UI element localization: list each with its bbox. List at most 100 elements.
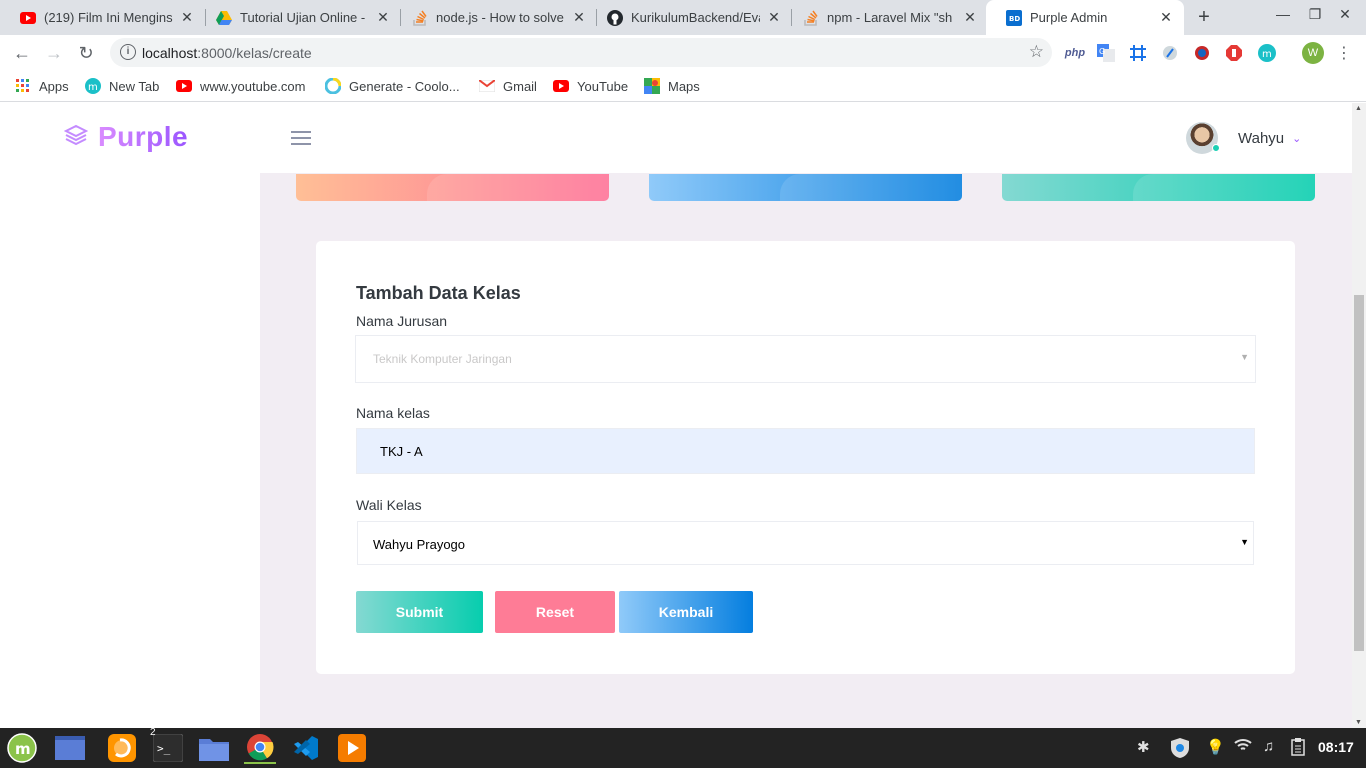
url-host: localhost <box>142 45 198 61</box>
reload-icon[interactable]: ↻ <box>73 40 99 66</box>
gmail-icon <box>479 78 495 94</box>
tab-close-icon[interactable]: ✕ <box>375 9 391 26</box>
tab-tutorial-ujian[interactable]: Tutorial Ujian Online - ( ✕ <box>196 0 401 35</box>
minimize-icon[interactable]: — <box>1273 6 1293 22</box>
user-profile-dropdown[interactable]: Wahyu ⌄ <box>1186 122 1301 154</box>
dropdown-arrow-icon: ▼ <box>1240 537 1249 547</box>
bookmark-label: Generate - Coolo... <box>349 78 460 94</box>
brand-logo[interactable]: Purple <box>63 121 188 153</box>
shield-update-icon[interactable] <box>1171 738 1189 762</box>
scroll-up-icon[interactable]: ▲ <box>1355 105 1362 112</box>
forward-arrow-icon[interactable]: → <box>41 40 67 66</box>
tab-strip: (219) Film Ini Menginsp ✕ Tutorial Ujian… <box>0 0 1366 35</box>
stat-card-orange <box>296 174 609 201</box>
new-tab-button[interactable]: + <box>1193 5 1215 29</box>
bookmark-label: www.youtube.com <box>200 78 306 94</box>
php-extension-icon[interactable]: php <box>1065 43 1085 63</box>
wali-select[interactable]: Wahyu Prayogo ▼ <box>357 521 1254 565</box>
wali-label: Wali Kelas <box>356 497 422 513</box>
address-bar[interactable]: i localhost:8000/kelas/create ☆ <box>110 38 1052 67</box>
bluetooth-icon[interactable]: ✱ <box>1137 738 1150 756</box>
vscode-icon[interactable] <box>290 732 322 764</box>
terminal-icon[interactable]: >_ 2 <box>150 727 184 764</box>
clipboard-icon[interactable] <box>1291 738 1305 760</box>
wifi-icon[interactable] <box>1234 738 1252 756</box>
block-extension-icon[interactable] <box>1192 43 1212 63</box>
bookmark-label: Apps <box>39 78 69 94</box>
tab-title: Tutorial Ujian Online - ( <box>240 10 369 25</box>
media-player-icon[interactable] <box>336 732 368 764</box>
tab-github[interactable]: KurikulumBackend/Eva ✕ <box>587 0 792 35</box>
form-card: Tambah Data Kelas Nama Jurusan Teknik Ko… <box>316 241 1295 674</box>
svg-text:m: m <box>1262 49 1272 60</box>
sound-icon[interactable]: ♫ <box>1263 738 1274 755</box>
bookmarks-bar: Apps m New Tab www.youtube.com Generate … <box>0 70 1366 102</box>
tab-youtube-film[interactable]: (219) Film Ini Menginsp ✕ <box>0 0 205 35</box>
bookmark-maps[interactable]: Maps <box>644 77 700 95</box>
tab-close-icon[interactable]: ✕ <box>571 9 587 26</box>
firefox-icon[interactable] <box>106 732 138 764</box>
tab-close-icon[interactable]: ✕ <box>179 9 195 26</box>
user-name: Wahyu <box>1238 129 1285 147</box>
sidebar <box>0 103 260 728</box>
apps-grid-icon <box>15 78 31 94</box>
bootstrapdash-icon: BD <box>1006 9 1022 26</box>
chevron-down-icon: ⌄ <box>1292 132 1302 145</box>
tab-nodejs[interactable]: node.js - How to solve ✕ <box>392 0 597 35</box>
page-scrollbar[interactable]: ▲ ▼ <box>1352 103 1366 728</box>
bookmark-coolors[interactable]: Generate - Coolo... <box>325 77 460 95</box>
url-path: :8000/kelas/create <box>197 45 312 61</box>
tab-purple-admin[interactable]: BD Purple Admin ✕ <box>986 0 1184 35</box>
menu-toggle-icon[interactable] <box>291 131 311 145</box>
mendeley-extension-icon[interactable]: m <box>1257 43 1277 63</box>
tab-title: Purple Admin <box>1030 10 1108 25</box>
adblock-extension-icon[interactable] <box>1224 43 1244 63</box>
bookmark-newtab[interactable]: m New Tab <box>85 77 159 95</box>
bookmark-gmail[interactable]: Gmail <box>479 77 537 95</box>
menu-kebab-icon[interactable]: ⋮ <box>1334 43 1354 63</box>
back-arrow-icon[interactable]: ← <box>9 40 35 66</box>
mint-menu-icon[interactable]: m <box>6 732 38 764</box>
jurusan-select[interactable]: Teknik Komputer Jaringan ▼ <box>355 335 1256 383</box>
tab-npm-laravel[interactable]: npm - Laravel Mix "sh ✕ <box>783 0 988 35</box>
site-info-icon[interactable]: i <box>120 44 136 60</box>
os-taskbar: m >_ 2 ✱ 💡 ♫ 08:17 <box>0 727 1366 768</box>
submit-button[interactable]: Submit <box>356 591 483 633</box>
tab-close-icon[interactable]: ✕ <box>1158 9 1174 26</box>
show-desktop-icon[interactable] <box>54 732 86 764</box>
restore-icon[interactable]: ❐ <box>1305 6 1325 23</box>
bookmark-label: YouTube <box>577 78 629 94</box>
top-navbar: Purple Wahyu ⌄ <box>0 103 1352 173</box>
newtab-icon: m <box>85 78 101 94</box>
tab-close-icon[interactable]: ✕ <box>962 9 978 26</box>
kelas-input[interactable]: TKJ - A <box>356 428 1255 474</box>
bookmark-apps[interactable]: Apps <box>15 77 69 95</box>
files-folder-icon[interactable] <box>198 732 230 764</box>
dropdown-arrow-icon: ▼ <box>1240 352 1249 362</box>
wali-value: Wahyu Prayogo <box>373 537 466 552</box>
bookmark-youtube[interactable]: YouTube <box>553 77 628 95</box>
bookmark-label: Gmail <box>503 78 537 94</box>
feather-extension-icon[interactable] <box>1160 43 1180 63</box>
bookmark-label: New Tab <box>109 78 160 94</box>
profile-avatar[interactable]: W <box>1302 42 1324 64</box>
system-clock[interactable]: 08:17 <box>1318 739 1354 755</box>
svg-text:G: G <box>1099 47 1105 56</box>
stackoverflow-icon <box>412 10 428 26</box>
bookmark-youtube-com[interactable]: www.youtube.com <box>176 77 306 95</box>
redshift-bulb-icon[interactable]: 💡 <box>1206 738 1225 756</box>
bookmark-star-icon[interactable]: ☆ <box>1029 42 1044 62</box>
chrome-icon[interactable] <box>244 732 276 764</box>
stat-card-teal <box>1002 174 1315 201</box>
close-window-icon[interactable]: ✕ <box>1335 6 1355 23</box>
reset-button[interactable]: Reset <box>495 591 615 633</box>
youtube-icon <box>553 78 569 94</box>
coolors-icon <box>325 78 341 94</box>
scroll-down-icon[interactable]: ▼ <box>1355 719 1362 726</box>
grid-extension-icon[interactable] <box>1128 43 1148 63</box>
online-status-dot <box>1212 144 1220 152</box>
back-button[interactable]: Kembali <box>619 591 753 633</box>
translate-extension-icon[interactable]: G <box>1096 43 1116 63</box>
tab-close-icon[interactable]: ✕ <box>766 9 782 26</box>
scrollbar-thumb[interactable] <box>1354 295 1364 651</box>
